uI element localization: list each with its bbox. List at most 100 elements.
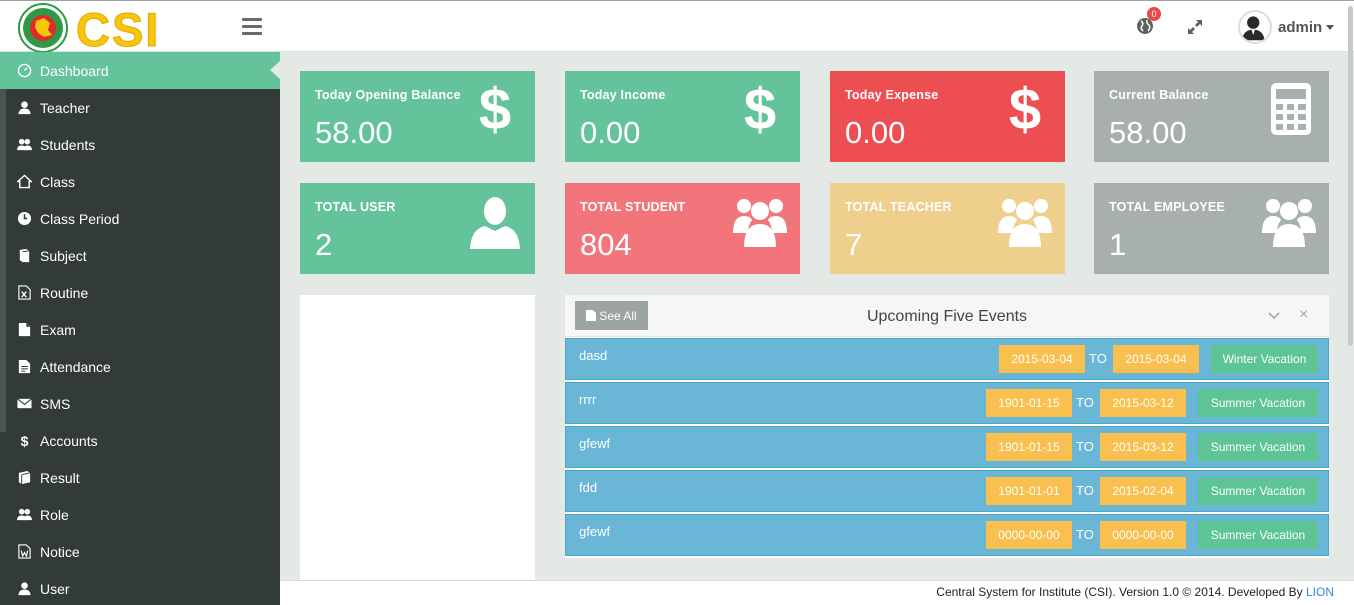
- stat-label: Current Balance: [1109, 88, 1209, 102]
- event-row[interactable]: gfewf 0000-00-00 TO 0000-00-00 Summer Vacati…: [565, 514, 1329, 556]
- event-type-badge: Summer Vacation: [1198, 477, 1318, 505]
- sidebar-item-result[interactable]: Result: [0, 459, 280, 496]
- stat-total-student[interactable]: TOTAL STUDENT 804: [565, 183, 800, 274]
- event-row[interactable]: fdd 1901-01-01 TO 2015-02-04 Summer Vacation: [565, 470, 1329, 512]
- stat-label: Today Expense: [845, 88, 939, 102]
- sidebar-item-students[interactable]: Students: [0, 126, 280, 163]
- user-icon: [16, 581, 32, 597]
- event-row[interactable]: rrrr 1901-01-15 TO 2015-03-12 Summer Vacatio…: [565, 382, 1329, 424]
- stat-value: 2: [315, 227, 333, 262]
- event-to-label: TO: [1089, 351, 1107, 366]
- event-start-date: 1901-01-15: [986, 389, 1072, 417]
- user-name[interactable]: admin: [1278, 19, 1322, 36]
- sidebar-item-attendance[interactable]: Attendance: [0, 348, 280, 385]
- sidebar-item-sms[interactable]: SMS: [0, 385, 280, 422]
- top-header: CSI 0 admin: [0, 0, 1354, 57]
- users-icon: [16, 137, 32, 153]
- users-icon: [16, 507, 32, 523]
- sidebar-item-label: Notice: [40, 543, 80, 560]
- stat-total-teacher[interactable]: TOTAL TEACHER 7: [830, 183, 1065, 274]
- event-type-badge: Summer Vacation: [1198, 521, 1318, 549]
- sidebar-item-label: Dashboard: [40, 62, 109, 79]
- sidebar-item-class-period[interactable]: Class Period: [0, 200, 280, 237]
- chevron-down-icon[interactable]: [1268, 311, 1280, 321]
- logo[interactable]: CSI: [18, 3, 198, 57]
- group-icon: [997, 193, 1053, 249]
- stat-today-income[interactable]: Today Income 0.00 $: [565, 71, 800, 162]
- group-icon: [732, 193, 788, 249]
- stat-label: Today Opening Balance: [315, 88, 461, 102]
- sidebar-item-label: Teacher: [40, 99, 90, 116]
- developer-link[interactable]: LION: [1306, 585, 1334, 599]
- stat-label: Today Income: [580, 88, 666, 102]
- stat-current-balance[interactable]: Current Balance 58.00: [1094, 71, 1329, 162]
- sidebar-item-dashboard[interactable]: Dashboard: [0, 52, 280, 89]
- sidebar-item-exam[interactable]: Exam: [0, 311, 280, 348]
- sidebar-item-subject[interactable]: Subject: [0, 237, 280, 274]
- calculator-icon: [1261, 81, 1317, 137]
- stat-label: TOTAL USER: [315, 200, 396, 214]
- sidebar-item-notice[interactable]: Notice: [0, 533, 280, 570]
- stat-value: 58.00: [315, 115, 393, 150]
- event-row[interactable]: gfewf 1901-01-15 TO 2015-03-12 Summer Vacati…: [565, 426, 1329, 468]
- user-icon: [16, 100, 32, 116]
- sidebar-item-label: Class: [40, 173, 76, 190]
- event-start-date: 1901-01-01: [986, 477, 1072, 505]
- events-panel-header: Upcoming Five Events See All ×: [565, 295, 1329, 337]
- sidebar-item-user[interactable]: User: [0, 570, 280, 605]
- sidebar-item-role[interactable]: Role: [0, 496, 280, 533]
- stat-label: TOTAL STUDENT: [580, 200, 686, 214]
- event-name: gfewf: [579, 436, 611, 451]
- fullscreen-icon[interactable]: [1186, 18, 1204, 36]
- sidebar-item-label: Subject: [40, 247, 87, 264]
- event-type-badge: Summer Vacation: [1198, 389, 1318, 417]
- dollar-icon: $: [997, 77, 1053, 142]
- event-end-date: 2015-03-04: [1113, 345, 1199, 373]
- sidebar-item-teacher[interactable]: Teacher: [0, 89, 280, 126]
- group-icon: [1261, 193, 1317, 249]
- event-to-label: TO: [1076, 439, 1094, 454]
- stat-total-employee[interactable]: TOTAL EMPLOYEE 1: [1094, 183, 1329, 274]
- excel-file-icon: [16, 285, 32, 301]
- sidebar-item-label: Students: [40, 136, 96, 153]
- logo-text: CSI: [75, 3, 161, 57]
- event-name: fdd: [579, 480, 598, 495]
- svg-text:$: $: [1009, 81, 1041, 137]
- stat-value: 0.00: [580, 115, 641, 150]
- caret-down-icon[interactable]: [1326, 25, 1334, 30]
- user-avatar-icon: [1241, 16, 1265, 41]
- event-row[interactable]: dasd 2015-03-04 TO 2015-03-04 Winter Vacatio…: [565, 338, 1329, 380]
- avatar[interactable]: [1238, 10, 1272, 44]
- stat-value: 804: [580, 227, 632, 262]
- footer: Central System for Institute (CSI). Vers…: [280, 580, 1354, 605]
- notification-badge[interactable]: 0: [1147, 7, 1161, 21]
- stat-value: 1: [1109, 227, 1127, 262]
- sidebar-item-label: Attendance: [40, 358, 111, 375]
- see-all-button[interactable]: See All: [575, 301, 648, 330]
- event-start-date: 1901-01-15: [986, 433, 1072, 461]
- scrollbar[interactable]: [1348, 6, 1353, 346]
- user-icon: [467, 193, 523, 249]
- sidebar-item-accounts[interactable]: $ Accounts: [0, 422, 280, 459]
- sidebar-item-class[interactable]: Class: [0, 163, 280, 200]
- event-start-date: 0000-00-00: [986, 521, 1072, 549]
- sidebar-item-routine[interactable]: Routine: [0, 274, 280, 311]
- close-icon[interactable]: ×: [1299, 307, 1308, 323]
- sidebar-item-label: SMS: [40, 395, 71, 412]
- stat-today-expense[interactable]: Today Expense 0.00 $: [830, 71, 1065, 162]
- blank-panel: [300, 295, 535, 585]
- hamburger-icon: [242, 18, 262, 21]
- clock-icon: [16, 211, 32, 227]
- stat-opening-balance[interactable]: Today Opening Balance 58.00 $: [300, 71, 535, 162]
- event-end-date: 2015-03-12: [1100, 389, 1186, 417]
- sidebar-item-label: User: [40, 580, 70, 597]
- svg-text:$: $: [20, 433, 28, 448]
- event-type-badge: Winter Vacation: [1211, 345, 1318, 373]
- stat-total-user[interactable]: TOTAL USER 2: [300, 183, 535, 274]
- stat-value: 0.00: [845, 115, 906, 150]
- upcoming-events-panel: Upcoming Five Events See All × dasd 2015-…: [565, 295, 1329, 558]
- stat-label: TOTAL EMPLOYEE: [1109, 200, 1226, 214]
- sidebar-item-label: Routine: [40, 284, 89, 301]
- menu-toggle-button[interactable]: [242, 18, 262, 36]
- file-text-icon: [16, 359, 32, 375]
